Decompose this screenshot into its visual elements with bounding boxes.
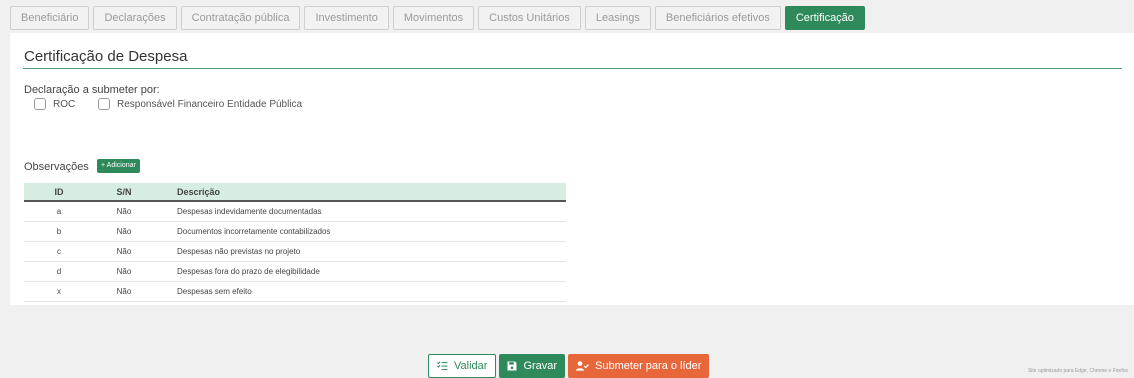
floppy-disk-icon xyxy=(507,361,517,371)
validate-button[interactable]: Validar xyxy=(428,354,497,378)
cell-sn: Não xyxy=(94,281,154,302)
save-label: Gravar xyxy=(523,360,558,372)
cell-sn: Não xyxy=(94,241,154,262)
cell-id: x xyxy=(24,281,94,302)
tab-bar: Beneficiário Declarações Contratação púb… xyxy=(10,6,865,30)
tab-beneficiario[interactable]: Beneficiário xyxy=(10,6,90,30)
save-button[interactable]: Gravar xyxy=(499,354,566,378)
column-header-descricao: Descrição xyxy=(154,183,566,202)
cell-id: d xyxy=(24,261,94,282)
cell-descricao: Documentos incorretamente contabilizados xyxy=(154,221,566,242)
option-roc[interactable]: ROC xyxy=(34,98,75,110)
browser-optimization-note: Site optimizado para Edge, Chrome e Fire… xyxy=(1027,368,1128,374)
option-responsavel-financeiro[interactable]: Responsável Financeiro Entidade Pública xyxy=(98,98,302,110)
table-header-row: ID S/N Descrição xyxy=(24,183,566,202)
action-bar: Validar Gravar Submeter para o líder xyxy=(428,354,710,378)
cell-id: b xyxy=(24,221,94,242)
page-title: Certificação de Despesa xyxy=(24,48,188,65)
table-row[interactable]: x Não Despesas sem efeito xyxy=(24,281,566,302)
cell-id: a xyxy=(24,201,94,222)
table-row[interactable]: d Não Despesas fora do prazo de elegibil… xyxy=(24,261,566,282)
cell-descricao: Despesas fora do prazo de elegibilidade xyxy=(154,261,566,282)
validate-label: Validar xyxy=(454,360,488,372)
column-header-sn: S/N xyxy=(94,183,154,202)
tab-custos-unitarios[interactable]: Custos Unitários xyxy=(478,6,581,30)
tab-beneficiarios-efetivos[interactable]: Beneficiários efetivos xyxy=(654,6,781,30)
observations-label: Observações xyxy=(24,161,89,173)
cell-sn: Não xyxy=(94,201,154,222)
declaration-label: Declaração a submeter por: xyxy=(24,84,160,96)
roc-label: ROC xyxy=(53,98,76,110)
add-observation-button[interactable]: + Adicionar xyxy=(97,159,140,173)
tab-contratacao-publica[interactable]: Contratação pública xyxy=(180,6,301,30)
responsavel-financeiro-checkbox[interactable] xyxy=(98,98,110,110)
tab-declaracoes[interactable]: Declarações xyxy=(93,6,177,30)
cell-descricao: Despesas indevidamente documentadas xyxy=(154,201,566,222)
submit-label: Submeter para o líder xyxy=(595,360,702,372)
table-row[interactable]: c Não Despesas não previstas no projeto xyxy=(24,241,566,262)
roc-checkbox[interactable] xyxy=(34,98,46,110)
cell-descricao: Despesas sem efeito xyxy=(154,281,566,302)
responsavel-financeiro-label: Responsável Financeiro Entidade Pública xyxy=(117,98,303,110)
tab-leasings[interactable]: Leasings xyxy=(584,6,651,30)
certification-panel: Certificação de Despesa Declaração a sub… xyxy=(10,33,1134,305)
tab-movimentos[interactable]: Movimentos xyxy=(392,6,475,30)
tab-certificacao[interactable]: Certificação xyxy=(784,6,865,30)
table-row[interactable]: a Não Despesas indevidamente documentada… xyxy=(24,201,566,222)
cell-sn: Não xyxy=(94,221,154,242)
submit-to-leader-button[interactable]: Submeter para o líder xyxy=(568,354,710,378)
column-header-id: ID xyxy=(24,183,94,202)
user-check-icon xyxy=(576,361,590,371)
cell-descricao: Despesas não previstas no projeto xyxy=(154,241,566,262)
checklist-icon xyxy=(437,361,448,371)
tab-investimento[interactable]: Investimento xyxy=(304,6,389,30)
cell-sn: Não xyxy=(94,261,154,282)
table-row[interactable]: b Não Documentos incorretamente contabil… xyxy=(24,221,566,242)
cell-id: c xyxy=(24,241,94,262)
observations-table: ID S/N Descrição a Não Despesas indevida… xyxy=(24,183,566,302)
title-divider xyxy=(23,68,1122,69)
